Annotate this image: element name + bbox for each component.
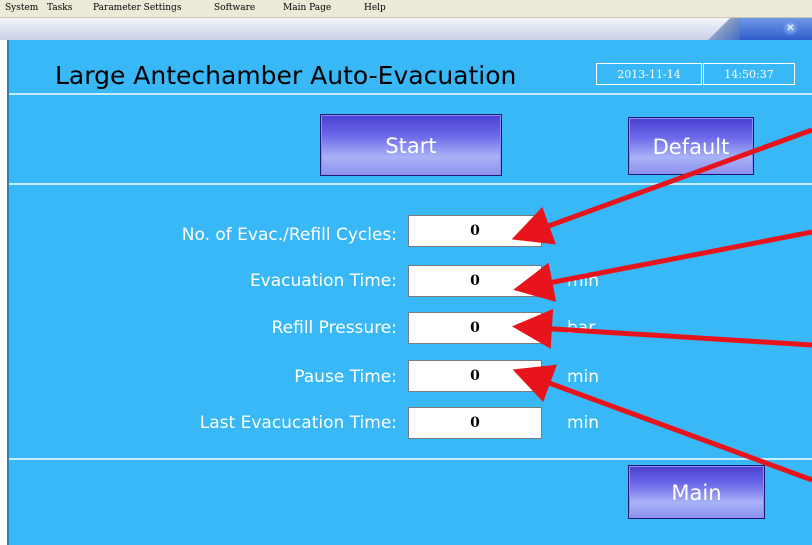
annotation-arrows xyxy=(511,127,812,483)
red-arrow-annotation xyxy=(511,127,812,245)
red-arrow-annotation xyxy=(512,364,812,483)
red-arrow-annotation xyxy=(512,308,812,349)
red-arrow-annotation xyxy=(513,229,812,302)
